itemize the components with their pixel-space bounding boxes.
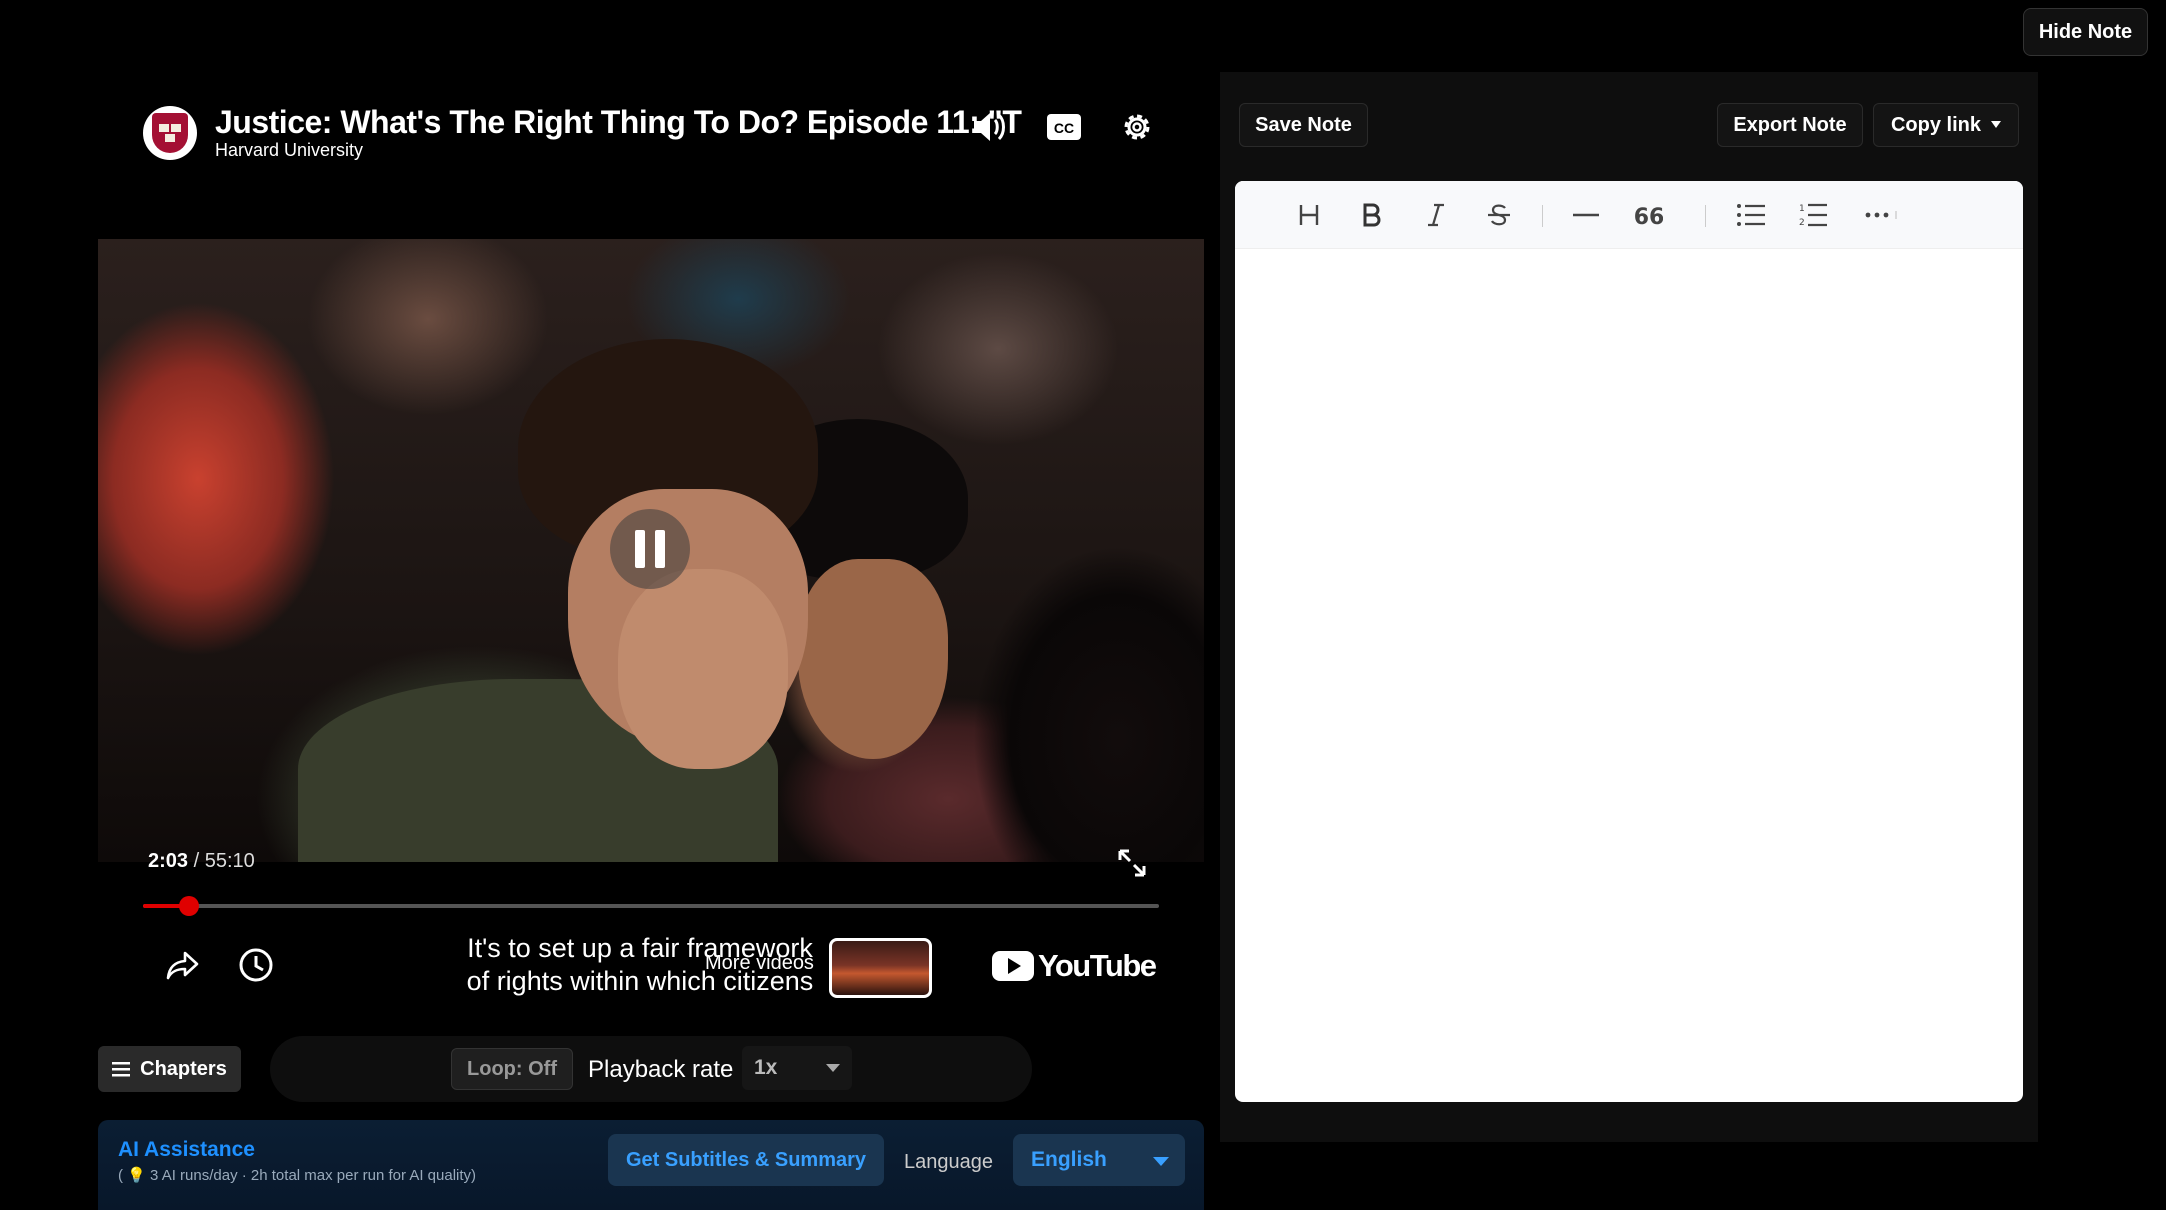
- copy-link-label: Copy link: [1890, 113, 1981, 136]
- playback-rate-label: Playback rate: [588, 1056, 734, 1083]
- heading-icon[interactable]: [1289, 195, 1329, 235]
- ai-assistance-title: AI Assistance: [118, 1138, 255, 1161]
- note-editor: 66 12: [1235, 181, 2023, 1102]
- note-content-area[interactable]: [1235, 249, 2023, 1102]
- pause-button[interactable]: [610, 509, 690, 589]
- playback-rate-select[interactable]: 1x: [742, 1046, 852, 1090]
- current-time: 2:03: [148, 850, 189, 872]
- chevron-down-icon: [1153, 1157, 1169, 1166]
- svg-text:1: 1: [1799, 204, 1805, 214]
- settings-gear-icon[interactable]: [1114, 104, 1160, 150]
- caret-down-icon: [1991, 121, 2001, 128]
- youtube-wordmark: YouTube: [1038, 948, 1157, 983]
- progress-bar[interactable]: [143, 896, 1159, 916]
- language-select[interactable]: English: [1013, 1134, 1185, 1186]
- app-root: Hide Note Justice: What's The Right Thin…: [0, 0, 2166, 1210]
- time-display: 2:03 / 55:10: [148, 850, 255, 873]
- numbered-list-icon[interactable]: 12: [1793, 195, 1833, 235]
- copy-link-button[interactable]: Copy link: [1873, 103, 2019, 147]
- fullscreen-icon[interactable]: [1112, 843, 1152, 883]
- more-videos-thumbnail[interactable]: [829, 938, 932, 998]
- time-separator: /: [188, 850, 205, 872]
- strikethrough-icon[interactable]: [1479, 195, 1519, 235]
- blockquote-icon[interactable]: 66: [1629, 195, 1669, 235]
- ai-usage-note: ( 💡 3 AI runs/day · 2h total max per run…: [118, 1166, 476, 1184]
- svg-text:2: 2: [1799, 218, 1805, 228]
- channel-avatar[interactable]: [143, 106, 197, 160]
- hide-note-button[interactable]: Hide Note: [2023, 8, 2148, 56]
- note-panel: Save Note Export Note Copy link 66 1 2: [1220, 72, 2038, 1142]
- channel-name[interactable]: Harvard University: [215, 140, 363, 161]
- duration: 55:10: [204, 850, 255, 872]
- ai-usage-text: 3 AI runs/day · 2h total max per run for…: [150, 1167, 477, 1184]
- youtube-logo[interactable]: YouTube: [992, 948, 1157, 984]
- horizontal-rule-icon[interactable]: [1566, 195, 1606, 235]
- italic-icon[interactable]: [1416, 195, 1456, 235]
- bold-icon[interactable]: [1352, 195, 1392, 235]
- menu-icon: [112, 1062, 131, 1077]
- video-title[interactable]: Justice: What's The Right Thing To Do? E…: [215, 104, 1075, 144]
- svg-text:CC: CC: [1054, 120, 1074, 136]
- save-note-button[interactable]: Save Note: [1239, 103, 1368, 147]
- youtube-play-icon: [992, 951, 1034, 981]
- export-note-button[interactable]: Export Note: [1717, 103, 1863, 147]
- loop-toggle-button[interactable]: Loop: Off: [451, 1048, 573, 1090]
- harvard-shield-icon: [152, 113, 188, 153]
- lightbulb-icon: 💡: [127, 1167, 146, 1184]
- chevron-down-icon: [826, 1064, 840, 1072]
- bullet-list-icon[interactable]: [1731, 195, 1771, 235]
- language-label: Language: [904, 1151, 993, 1173]
- video-player[interactable]: [98, 239, 1204, 862]
- editor-toolbar: 66 12: [1235, 181, 2023, 249]
- video-header: Justice: What's The Right Thing To Do? E…: [143, 104, 1203, 174]
- chapters-button[interactable]: Chapters: [98, 1046, 241, 1092]
- ai-usage-paren: (: [118, 1167, 123, 1184]
- watch-later-clock-icon[interactable]: [236, 945, 276, 985]
- ai-assistance-panel: AI Assistance ( 💡 3 AI runs/day · 2h tot…: [98, 1120, 1204, 1210]
- get-subtitles-summary-button[interactable]: Get Subtitles & Summary: [608, 1134, 884, 1186]
- playback-rate-value: 1x: [754, 1056, 778, 1079]
- more-videos-label[interactable]: More videos: [705, 952, 814, 975]
- language-value: English: [1031, 1148, 1107, 1171]
- svg-text:66: 66: [1635, 205, 1663, 228]
- more-options-icon[interactable]: [1859, 195, 1905, 235]
- share-icon[interactable]: [163, 945, 203, 985]
- chapters-label: Chapters: [140, 1057, 227, 1080]
- captions-icon[interactable]: CC: [1041, 104, 1087, 150]
- progress-thumb[interactable]: [178, 896, 199, 916]
- volume-icon[interactable]: [967, 104, 1013, 150]
